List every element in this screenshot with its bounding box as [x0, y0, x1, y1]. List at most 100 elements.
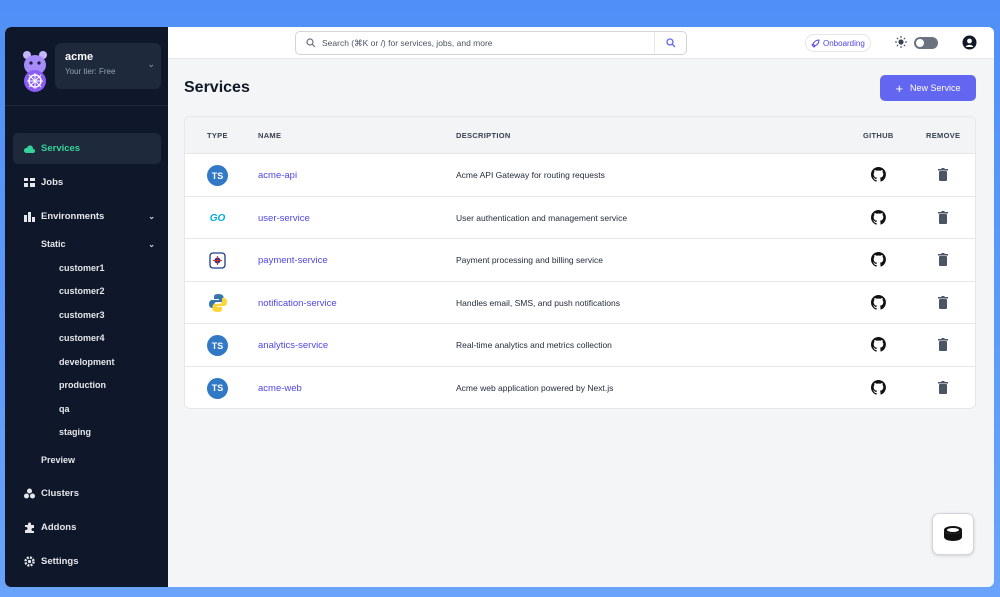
- sun-icon: [895, 36, 907, 48]
- column-header-remove: REMOVE: [926, 131, 961, 140]
- table-row[interactable]: GO user-service User authentication and …: [185, 197, 975, 240]
- app-window: acme Your tier: Free ⌄ Services Jobs Env…: [5, 27, 994, 587]
- table-row[interactable]: TS acme-web Acme web application powered…: [185, 367, 975, 408]
- trash-icon[interactable]: [938, 380, 948, 394]
- table-row[interactable]: TS analytics-service Real-time analytics…: [185, 324, 975, 367]
- service-description: Acme API Gateway for routing requests: [456, 170, 605, 180]
- org-name: acme: [65, 51, 94, 63]
- org-tier: Your tier: Free: [65, 67, 116, 76]
- rocket-icon: [811, 38, 820, 48]
- search-icon: [306, 38, 316, 48]
- column-header-description: DESCRIPTION: [456, 131, 511, 140]
- sidebar-item-addons[interactable]: Addons: [13, 512, 161, 543]
- theme-toggle[interactable]: [914, 37, 938, 49]
- table-row[interactable]: TS acme-api Acme API Gateway for routing…: [185, 154, 975, 197]
- toggle-knob: [916, 39, 924, 47]
- onboarding-label: Onboarding: [823, 38, 865, 48]
- github-icon[interactable]: [871, 167, 886, 182]
- sidebar-env-staging[interactable]: staging: [13, 421, 161, 445]
- sidebar-env-customer4[interactable]: customer4: [13, 327, 161, 351]
- column-header-name: NAME: [258, 131, 282, 140]
- divider: [5, 105, 168, 106]
- puzzle-icon: [23, 522, 35, 534]
- service-name-link[interactable]: analytics-service: [258, 340, 328, 351]
- service-name-link[interactable]: payment-service: [258, 255, 328, 266]
- services-table: TYPE NAME DESCRIPTION GITHUB REMOVE TS a…: [184, 116, 976, 409]
- trash-icon[interactable]: [938, 253, 948, 267]
- sidebar-env-customer2[interactable]: customer2: [13, 280, 161, 304]
- sidebar-item-services[interactable]: Services: [13, 133, 161, 164]
- sidebar-item-label: Addons: [41, 522, 77, 533]
- service-name-link[interactable]: user-service: [258, 213, 310, 224]
- chat-widget-button[interactable]: [932, 513, 974, 555]
- trash-icon[interactable]: [938, 295, 948, 309]
- github-icon[interactable]: [871, 337, 886, 352]
- plus-icon: +: [895, 80, 904, 96]
- sidebar-item-label: Preview: [41, 454, 76, 465]
- onboarding-button[interactable]: Onboarding: [805, 34, 871, 52]
- column-header-github: GITHUB: [863, 131, 894, 140]
- service-description: Acme web application powered by Next.js: [456, 382, 614, 393]
- search-icon: [665, 38, 675, 48]
- sidebar-item-jobs[interactable]: Jobs: [13, 167, 161, 198]
- sidebar-item-label: Jobs: [41, 177, 64, 188]
- sidebar-nav: Services Jobs Environments ⌄ Static ⌄ cu…: [13, 133, 161, 577]
- sidebar-item-preview[interactable]: Preview: [13, 444, 161, 475]
- org-card[interactable]: acme Your tier: Free ⌄: [55, 43, 161, 89]
- sidebar-env-production[interactable]: production: [13, 374, 161, 398]
- trash-icon[interactable]: [938, 338, 948, 352]
- sidebar-item-clusters[interactable]: Clusters: [13, 478, 161, 509]
- service-name-link[interactable]: acme-web: [258, 383, 302, 394]
- sidebar-item-environments[interactable]: Environments ⌄: [13, 201, 161, 232]
- python-icon: [207, 293, 228, 314]
- sidebar-item-static[interactable]: Static ⌄: [13, 232, 161, 256]
- chevron-down-icon: ⌄: [148, 239, 155, 249]
- service-description: User authentication and management servi…: [456, 212, 628, 223]
- github-icon[interactable]: [871, 252, 886, 267]
- sidebar-env-customer3[interactable]: customer3: [13, 303, 161, 327]
- sidebar-item-label: Clusters: [41, 488, 80, 499]
- github-icon[interactable]: [871, 209, 886, 225]
- sidebar-item-label: Static: [41, 239, 66, 249]
- github-icon[interactable]: [871, 294, 886, 310]
- service-description: Handles email, SMS, and push notificatio…: [456, 297, 620, 308]
- database-icon: [944, 526, 962, 541]
- search-button[interactable]: [654, 32, 686, 54]
- sidebar-item-settings[interactable]: Settings: [13, 546, 161, 577]
- trash-icon[interactable]: [938, 168, 948, 181]
- service-name-link[interactable]: notification-service: [258, 298, 337, 309]
- jobs-icon: [23, 177, 35, 189]
- service-description: Payment processing and billing service: [456, 255, 603, 266]
- table-row[interactable]: payment-service Payment processing and b…: [185, 239, 975, 282]
- column-header-type: TYPE: [207, 131, 228, 140]
- new-service-label: New Service: [910, 83, 961, 93]
- org-switcher[interactable]: acme Your tier: Free ⌄: [13, 39, 161, 103]
- sidebar-item-label: Environments: [41, 211, 105, 222]
- trash-icon[interactable]: [938, 210, 948, 224]
- porter-logo-icon: [23, 51, 47, 92]
- table-row[interactable]: notification-service Handles email, SMS,…: [185, 282, 975, 325]
- main-content: Search (⌘K or /) for services, jobs, and…: [168, 27, 994, 587]
- typescript-icon: TS: [207, 377, 228, 399]
- gear-icon: [23, 556, 35, 568]
- go-icon: GO: [209, 212, 226, 224]
- cloud-icon: [23, 143, 35, 155]
- sidebar-env-customer1[interactable]: customer1: [13, 256, 161, 280]
- environments-icon: [23, 211, 35, 223]
- sidebar: acme Your tier: Free ⌄ Services Jobs Env…: [5, 27, 168, 587]
- clusters-icon: [23, 488, 35, 500]
- sidebar-env-development[interactable]: development: [13, 350, 161, 374]
- chevron-down-icon: ⌄: [148, 212, 155, 221]
- service-description: Real-time analytics and metrics collecti…: [456, 340, 612, 351]
- rust-icon: [207, 250, 228, 271]
- user-avatar-icon[interactable]: [962, 35, 977, 50]
- search-input[interactable]: Search (⌘K or /) for services, jobs, and…: [295, 31, 687, 55]
- github-icon[interactable]: [871, 379, 886, 395]
- table-header: TYPE NAME DESCRIPTION GITHUB REMOVE: [185, 117, 975, 154]
- service-name-link[interactable]: acme-api: [258, 170, 297, 181]
- page-title: Services: [184, 79, 250, 96]
- new-service-button[interactable]: + New Service: [880, 75, 976, 101]
- sidebar-env-qa[interactable]: qa: [13, 397, 161, 421]
- sidebar-item-label: Settings: [41, 556, 79, 567]
- typescript-icon: TS: [207, 165, 228, 186]
